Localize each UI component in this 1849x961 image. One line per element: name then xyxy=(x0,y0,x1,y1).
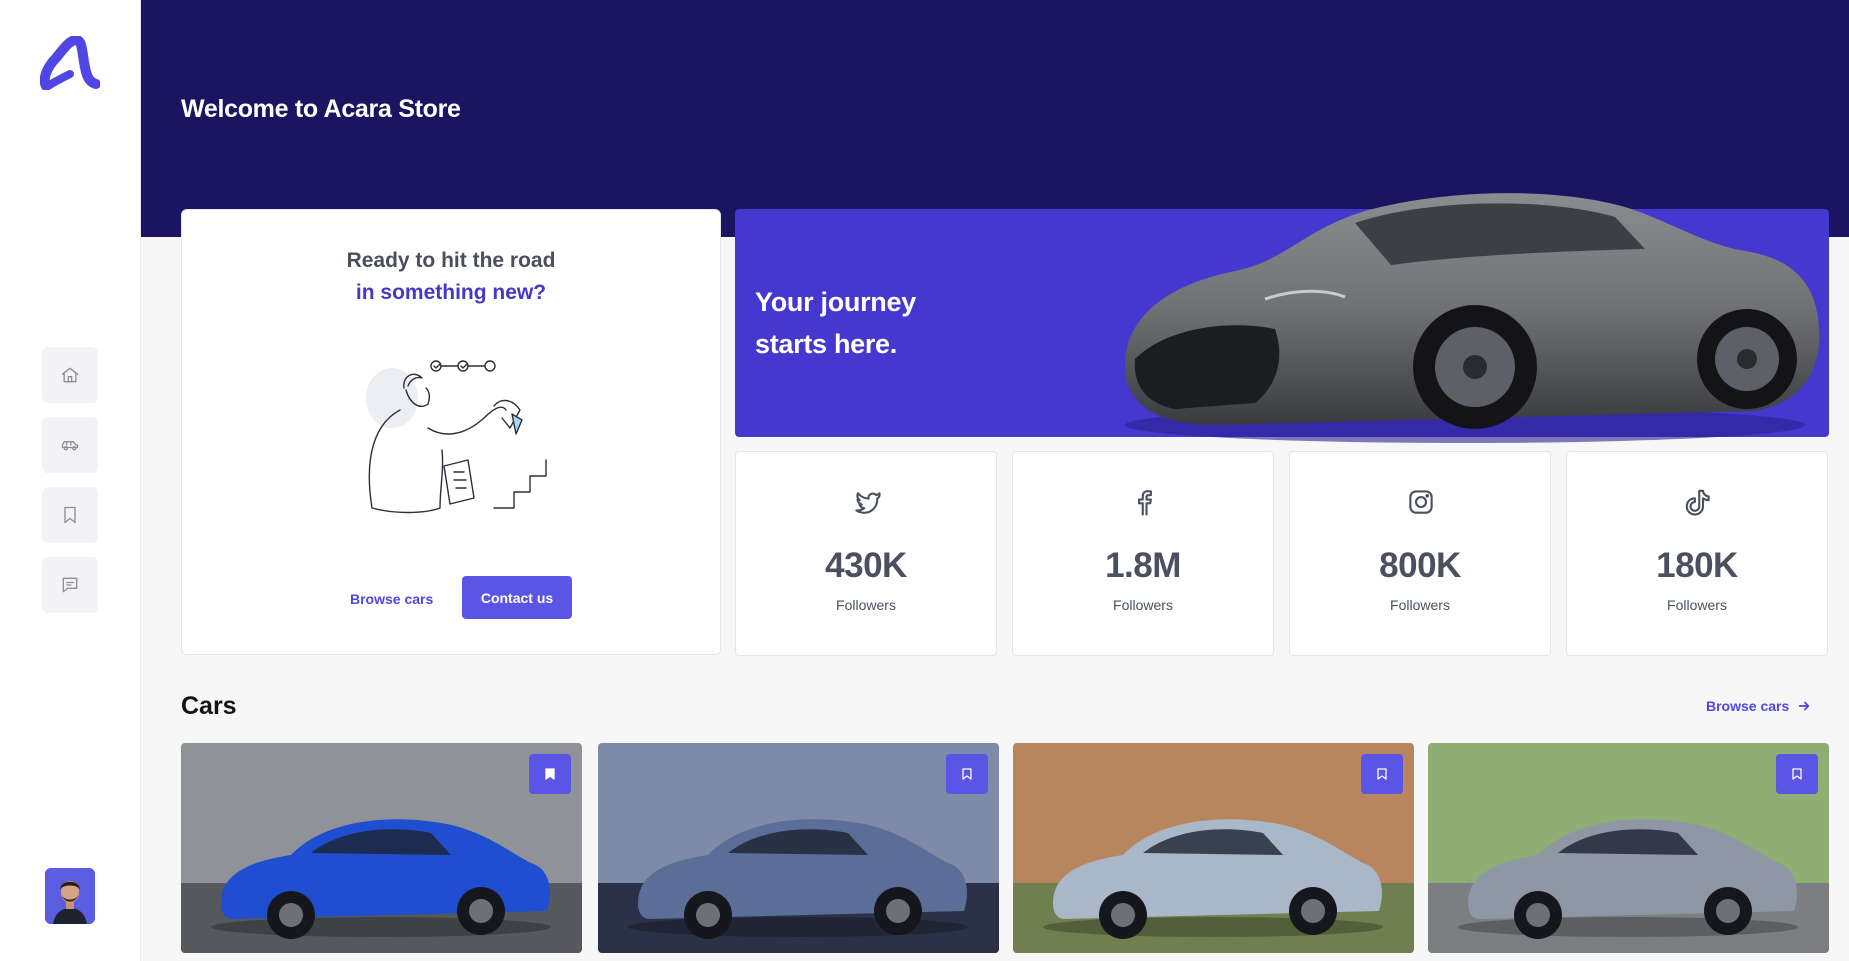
car-photo xyxy=(1013,743,1414,953)
cars-browse-link[interactable]: Browse cars xyxy=(1706,698,1811,714)
car-photo xyxy=(598,743,999,953)
instagram-icon xyxy=(1406,487,1436,517)
sports-car-image xyxy=(1124,193,1820,443)
car-card[interactable] xyxy=(181,743,582,953)
hero-title: Your journey starts here. xyxy=(755,281,1055,365)
car-photo xyxy=(181,743,582,953)
bookmark-button[interactable] xyxy=(1361,754,1403,794)
bookmark-button[interactable] xyxy=(1776,754,1818,794)
sidebar xyxy=(0,0,141,961)
hero-title-line1: Your journey xyxy=(755,287,916,317)
bookmark-button[interactable] xyxy=(946,754,988,794)
bookmark-icon xyxy=(1377,768,1387,780)
twitter-follower-count: 430K xyxy=(825,546,907,585)
facebook-stat-card[interactable]: 1.8M Followers xyxy=(1012,451,1274,656)
bookmark-icon xyxy=(1792,768,1802,780)
avatar-image xyxy=(45,868,95,924)
twitter-stat-card[interactable]: 430K Followers xyxy=(735,451,997,656)
facebook-icon xyxy=(1129,487,1159,517)
facebook-follower-label: Followers xyxy=(1113,597,1173,613)
car-card[interactable] xyxy=(1428,743,1829,953)
twitter-icon xyxy=(852,487,882,517)
instagram-stat-card[interactable]: 800K Followers xyxy=(1289,451,1551,656)
instagram-follower-count: 800K xyxy=(1379,546,1461,585)
bookmark-icon xyxy=(962,768,972,780)
car-icon xyxy=(61,441,79,451)
promo-heading: Ready to hit the road xyxy=(346,249,556,272)
cars-section-title: Cars xyxy=(181,692,237,720)
bookmark-icon xyxy=(545,768,555,780)
facebook-follower-count: 1.8M xyxy=(1105,546,1181,585)
arrow-right-icon xyxy=(1799,701,1810,711)
twitter-follower-label: Followers xyxy=(836,597,896,613)
bookmark-icon xyxy=(64,506,76,524)
car-photo xyxy=(1428,743,1829,953)
user-avatar[interactable] xyxy=(45,868,95,924)
chat-icon xyxy=(62,577,78,593)
brand-logo[interactable] xyxy=(40,36,100,90)
tiktok-follower-label: Followers xyxy=(1667,597,1727,613)
sidebar-item-messages[interactable] xyxy=(42,557,98,613)
browse-cars-link[interactable]: Browse cars xyxy=(350,591,433,607)
promo-subheading: in something new? xyxy=(355,281,547,304)
sidebar-item-cars[interactable] xyxy=(42,417,98,473)
home-icon xyxy=(61,367,79,383)
tiktok-stat-card[interactable]: 180K Followers xyxy=(1566,451,1828,656)
sidebar-item-home[interactable] xyxy=(42,347,98,403)
stairs-illustration xyxy=(366,360,547,514)
tiktok-icon xyxy=(1683,487,1713,517)
cars-browse-label: Browse cars xyxy=(1706,698,1790,714)
tiktok-follower-count: 180K xyxy=(1656,546,1738,585)
car-card[interactable] xyxy=(1013,743,1414,953)
page-title: Welcome to Acara Store xyxy=(181,95,461,123)
car-card[interactable] xyxy=(598,743,999,953)
sidebar-item-saved[interactable] xyxy=(42,487,98,543)
hero-title-line2: starts here. xyxy=(755,329,897,359)
hero-banner: Your journey starts here. xyxy=(735,193,1829,443)
instagram-follower-label: Followers xyxy=(1390,597,1450,613)
promo-card: Ready to hit the road in something new? … xyxy=(181,209,721,655)
contact-us-button[interactable]: Contact us xyxy=(462,576,572,619)
bookmark-button[interactable] xyxy=(529,754,571,794)
